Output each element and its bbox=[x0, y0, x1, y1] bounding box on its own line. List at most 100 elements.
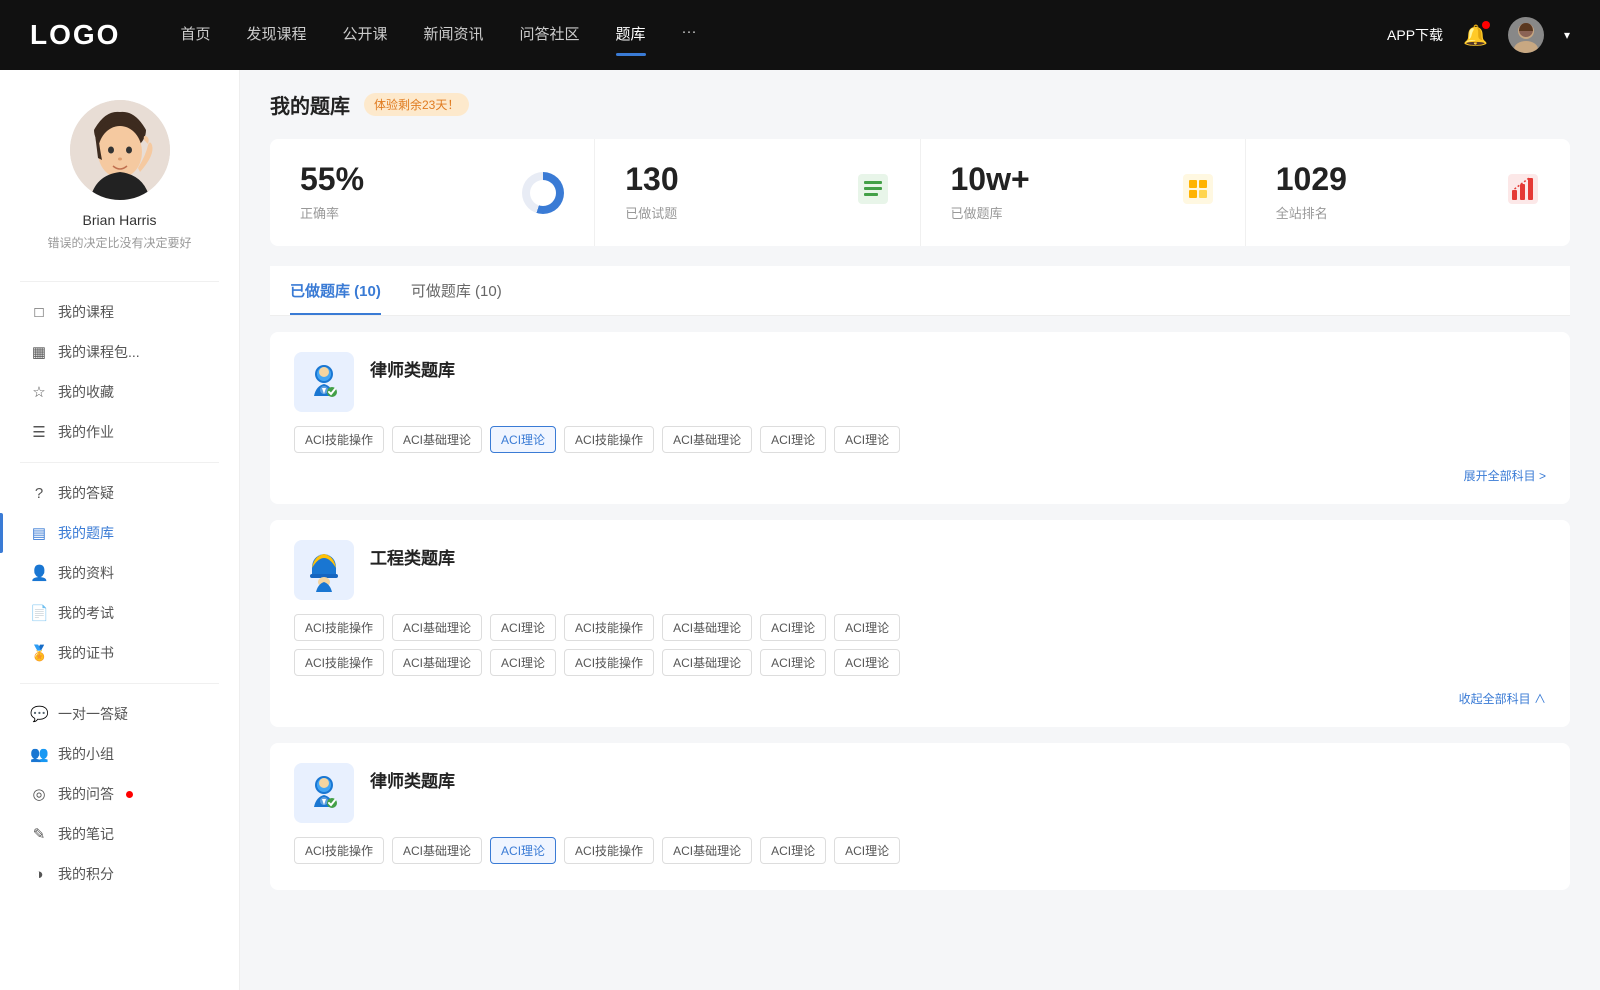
rank-icon bbox=[1506, 172, 1540, 213]
tag-item[interactable]: ACI理论 bbox=[760, 614, 826, 641]
done-banks-value: 10w+ bbox=[951, 163, 1030, 195]
profile-name: Brian Harris bbox=[83, 212, 157, 228]
qbank-icon: ▤ bbox=[30, 524, 48, 542]
notification-bell-icon[interactable]: 🔔 bbox=[1463, 23, 1488, 48]
qbank-1-expand[interactable]: 展开全部科目 > bbox=[294, 459, 1546, 484]
nav-qbank[interactable]: 题库 bbox=[616, 23, 646, 48]
groups-icon: 👥 bbox=[30, 745, 48, 763]
tab-done[interactable]: 已做题库 (10) bbox=[290, 266, 381, 315]
nav-qa[interactable]: 问答社区 bbox=[520, 23, 580, 48]
stat-accuracy: 55% 正确率 bbox=[270, 139, 595, 246]
stat-done-questions: 130 已做试题 bbox=[595, 139, 920, 246]
tab-available[interactable]: 可做题库 (10) bbox=[411, 266, 502, 315]
tag-item[interactable]: ACI基础理论 bbox=[392, 837, 482, 864]
tag-item-active[interactable]: ACI理论 bbox=[490, 426, 556, 453]
qbank-3-tags: ACI技能操作 ACI基础理论 ACI理论 ACI技能操作 ACI基础理论 AC… bbox=[294, 837, 1546, 864]
tag-item[interactable]: ACI理论 bbox=[834, 649, 900, 676]
tag-item[interactable]: ACI基础理论 bbox=[392, 614, 482, 641]
sidebar-item-exams[interactable]: 📄 我的考试 bbox=[0, 593, 239, 633]
qbank-2-tags-row2: ACI技能操作 ACI基础理论 ACI理论 ACI技能操作 ACI基础理论 AC… bbox=[294, 649, 1546, 676]
sidebar-item-one-on-one[interactable]: 💬 一对一答疑 bbox=[0, 694, 239, 734]
tag-item[interactable]: ACI技能操作 bbox=[564, 837, 654, 864]
tag-item[interactable]: ACI理论 bbox=[760, 649, 826, 676]
tag-item[interactable]: ACI技能操作 bbox=[294, 614, 384, 641]
accuracy-value: 55% bbox=[300, 163, 364, 195]
trial-badge: 体验剩余23天！ bbox=[364, 93, 469, 116]
tag-item[interactable]: ACI技能操作 bbox=[564, 649, 654, 676]
profile-motto: 错误的决定比没有决定要好 bbox=[27, 234, 211, 251]
tag-item[interactable]: ACI理论 bbox=[834, 837, 900, 864]
certs-icon: 🏅 bbox=[30, 644, 48, 662]
avatar[interactable] bbox=[1508, 17, 1544, 53]
tag-item[interactable]: ACI理论 bbox=[490, 649, 556, 676]
sidebar-item-qa[interactable]: ? 我的答疑 bbox=[0, 473, 239, 513]
tag-item[interactable]: ACI技能操作 bbox=[564, 614, 654, 641]
qbank-2-tags-row1: ACI技能操作 ACI基础理论 ACI理论 ACI技能操作 ACI基础理论 AC… bbox=[294, 614, 1546, 641]
qa-icon: ? bbox=[30, 485, 48, 502]
sidebar-divider-2 bbox=[20, 462, 219, 463]
nav-discover[interactable]: 发现课程 bbox=[246, 23, 306, 48]
done-banks-label: 已做题库 bbox=[951, 203, 1030, 222]
sidebar-item-qbank[interactable]: ▤ 我的题库 bbox=[0, 513, 239, 553]
questions-badge bbox=[126, 791, 133, 798]
stats-row: 55% 正确率 130 已做试题 bbox=[270, 139, 1570, 246]
user-menu-chevron-icon[interactable]: ▾ bbox=[1564, 28, 1570, 42]
sidebar-item-my-questions[interactable]: ◎ 我的问答 bbox=[0, 774, 239, 814]
one-on-one-icon: 💬 bbox=[30, 705, 48, 723]
profile-data-icon: 👤 bbox=[30, 564, 48, 582]
sidebar-item-points[interactable]: ◑ 我的积分 bbox=[0, 854, 239, 894]
tag-item[interactable]: ACI理论 bbox=[760, 426, 826, 453]
nav-home[interactable]: 首页 bbox=[180, 23, 210, 48]
tag-item[interactable]: ACI基础理论 bbox=[662, 614, 752, 641]
tag-item[interactable]: ACI理论 bbox=[760, 837, 826, 864]
sidebar: Brian Harris 错误的决定比没有决定要好 □ 我的课程 ▦ 我的课程包… bbox=[0, 70, 240, 990]
qbank-2-icon bbox=[294, 540, 354, 600]
sidebar-item-groups[interactable]: 👥 我的小组 bbox=[0, 734, 239, 774]
tag-item[interactable]: ACI理论 bbox=[490, 614, 556, 641]
qbank-2-collapse[interactable]: 收起全部科目 ∧ bbox=[294, 682, 1546, 707]
sidebar-item-certs[interactable]: 🏅 我的证书 bbox=[0, 633, 239, 673]
logo: LOGO bbox=[30, 19, 120, 51]
tabs-row: 已做题库 (10) 可做题库 (10) bbox=[270, 266, 1570, 316]
tag-item[interactable]: ACI基础理论 bbox=[392, 426, 482, 453]
rank-value: 1029 bbox=[1276, 163, 1347, 195]
tag-item[interactable]: ACI技能操作 bbox=[564, 426, 654, 453]
page-title-row: 我的题库 体验剩余23天！ bbox=[270, 90, 1570, 119]
tag-item[interactable]: ACI基础理论 bbox=[662, 837, 752, 864]
sidebar-item-courses[interactable]: □ 我的课程 bbox=[0, 292, 239, 332]
qbank-1-tags: ACI技能操作 ACI基础理论 ACI理论 ACI技能操作 ACI基础理论 AC… bbox=[294, 426, 1546, 453]
nav-opencourse[interactable]: 公开课 bbox=[342, 23, 387, 48]
sidebar-item-notes[interactable]: ✎ 我的笔记 bbox=[0, 814, 239, 854]
tag-item[interactable]: ACI理论 bbox=[834, 426, 900, 453]
qbank-card-1: 律师类题库 ACI技能操作 ACI基础理论 ACI理论 ACI技能操作 ACI基… bbox=[270, 332, 1570, 504]
profile-avatar bbox=[70, 100, 170, 200]
qbank-1-title: 律师类题库 bbox=[370, 356, 455, 381]
favorites-icon: ☆ bbox=[30, 383, 48, 401]
exams-icon: 📄 bbox=[30, 604, 48, 622]
nav-news[interactable]: 新闻资讯 bbox=[424, 23, 484, 48]
notes-icon: ✎ bbox=[30, 825, 48, 843]
nav-links: 首页 发现课程 公开课 新闻资讯 问答社区 题库 ··· bbox=[180, 23, 1387, 48]
tag-item[interactable]: ACI技能操作 bbox=[294, 649, 384, 676]
nav-more[interactable]: ··· bbox=[682, 23, 697, 48]
tag-item[interactable]: ACI理论 bbox=[834, 614, 900, 641]
accuracy-pie-chart bbox=[522, 172, 564, 214]
tag-item[interactable]: ACI基础理论 bbox=[662, 426, 752, 453]
page-title: 我的题库 bbox=[270, 90, 350, 119]
stat-rank: 1029 全站排名 bbox=[1246, 139, 1570, 246]
qbank-card-2: 工程类题库 ACI技能操作 ACI基础理论 ACI理论 ACI技能操作 ACI基… bbox=[270, 520, 1570, 727]
rank-label: 全站排名 bbox=[1276, 203, 1347, 222]
sidebar-item-homework[interactable]: ☰ 我的作业 bbox=[0, 412, 239, 452]
tag-item[interactable]: ACI基础理论 bbox=[392, 649, 482, 676]
done-banks-icon bbox=[1181, 172, 1215, 213]
app-download-button[interactable]: APP下载 bbox=[1387, 25, 1443, 45]
sidebar-item-profile-data[interactable]: 👤 我的资料 bbox=[0, 553, 239, 593]
nav-right: APP下载 🔔 ▾ bbox=[1387, 17, 1570, 53]
tag-item[interactable]: ACI技能操作 bbox=[294, 426, 384, 453]
tag-item[interactable]: ACI基础理论 bbox=[662, 649, 752, 676]
sidebar-item-course-packages[interactable]: ▦ 我的课程包... bbox=[0, 332, 239, 372]
homework-icon: ☰ bbox=[30, 423, 48, 441]
tag-item-active[interactable]: ACI理论 bbox=[490, 837, 556, 864]
tag-item[interactable]: ACI技能操作 bbox=[294, 837, 384, 864]
sidebar-item-favorites[interactable]: ☆ 我的收藏 bbox=[0, 372, 239, 412]
